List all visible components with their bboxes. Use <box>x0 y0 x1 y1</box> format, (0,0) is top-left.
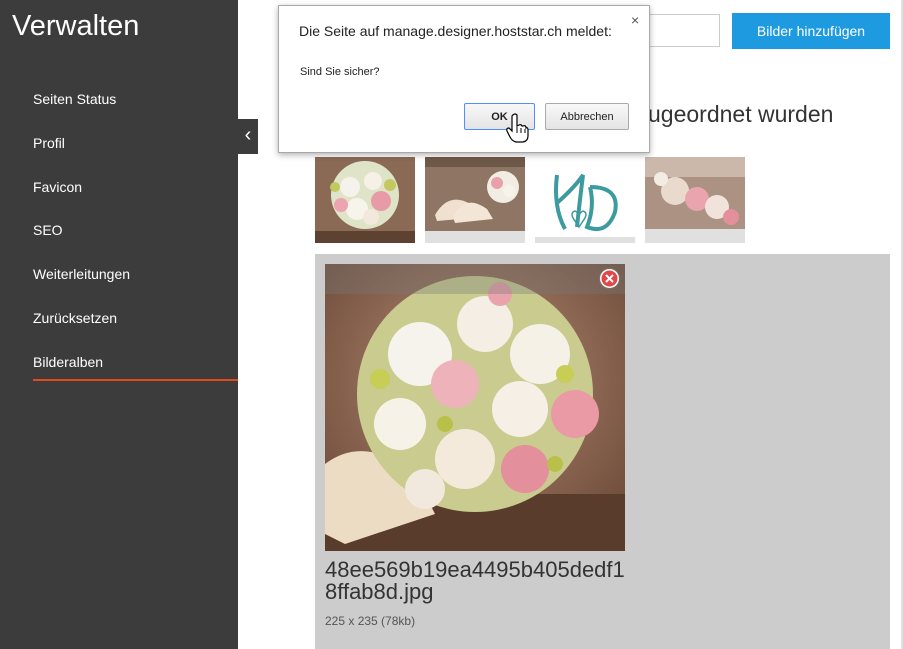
add-images-button[interactable]: Bilder hinzufügen <box>732 13 890 49</box>
close-circle-icon <box>601 270 618 287</box>
sidebar-item-weiterleitungen[interactable]: Weiterleitungen <box>33 266 130 282</box>
sidebar-collapse-button[interactable]: ‹ <box>238 119 258 154</box>
close-icon[interactable]: × <box>631 12 639 28</box>
image-overlay-bar <box>325 264 625 294</box>
sidebar-item-seiten-status[interactable]: Seiten Status <box>33 91 116 107</box>
url-input-field[interactable] <box>650 14 720 47</box>
sidebar-item-seo[interactable]: SEO <box>33 222 63 238</box>
sidebar-item-favicon[interactable]: Favicon <box>33 179 82 195</box>
sidebar-item-zuruecksetzen[interactable]: Zurücksetzen <box>33 310 117 326</box>
section-heading: ugeordnet wurden <box>648 101 834 127</box>
dialog-message: Sind Sie sicher? <box>300 66 380 78</box>
thumbnail-3[interactable] <box>535 157 635 243</box>
file-name: 48ee569b19ea4495b405dedf18ffab8d.jpg <box>325 557 625 604</box>
hand-pointer-icon <box>506 113 529 143</box>
sidebar: Verwalten Seiten Status Profil Favicon S… <box>0 0 238 649</box>
sidebar-item-bilderalben[interactable]: Bilderalben <box>33 354 103 370</box>
thumbnail-1[interactable] <box>315 157 415 243</box>
active-item-indicator <box>33 379 238 381</box>
remove-image-button[interactable] <box>600 269 619 288</box>
thumbnail-4[interactable] <box>645 157 745 243</box>
thumbnail-2[interactable] <box>425 157 525 243</box>
rose-bouquet-image <box>315 157 415 243</box>
confirm-dialog: Die Seite auf manage.designer.hoststar.c… <box>278 5 650 153</box>
rose-bouquet-large-image <box>325 264 625 551</box>
hd-monogram-logo-image <box>535 157 635 243</box>
file-dimensions: 225 x 235 (78kb) <box>325 614 416 628</box>
chevron-left-icon: ‹ <box>244 124 252 146</box>
dialog-title: Die Seite auf manage.designer.hoststar.c… <box>299 23 612 39</box>
shoes-and-bouquet-image <box>425 157 525 243</box>
sidebar-title: Verwalten <box>12 10 140 42</box>
cancel-button[interactable]: Abbrechen <box>545 103 629 130</box>
selected-image <box>325 264 625 551</box>
sidebar-item-profil[interactable]: Profil <box>33 135 65 151</box>
roses-on-wood-image <box>645 157 745 243</box>
